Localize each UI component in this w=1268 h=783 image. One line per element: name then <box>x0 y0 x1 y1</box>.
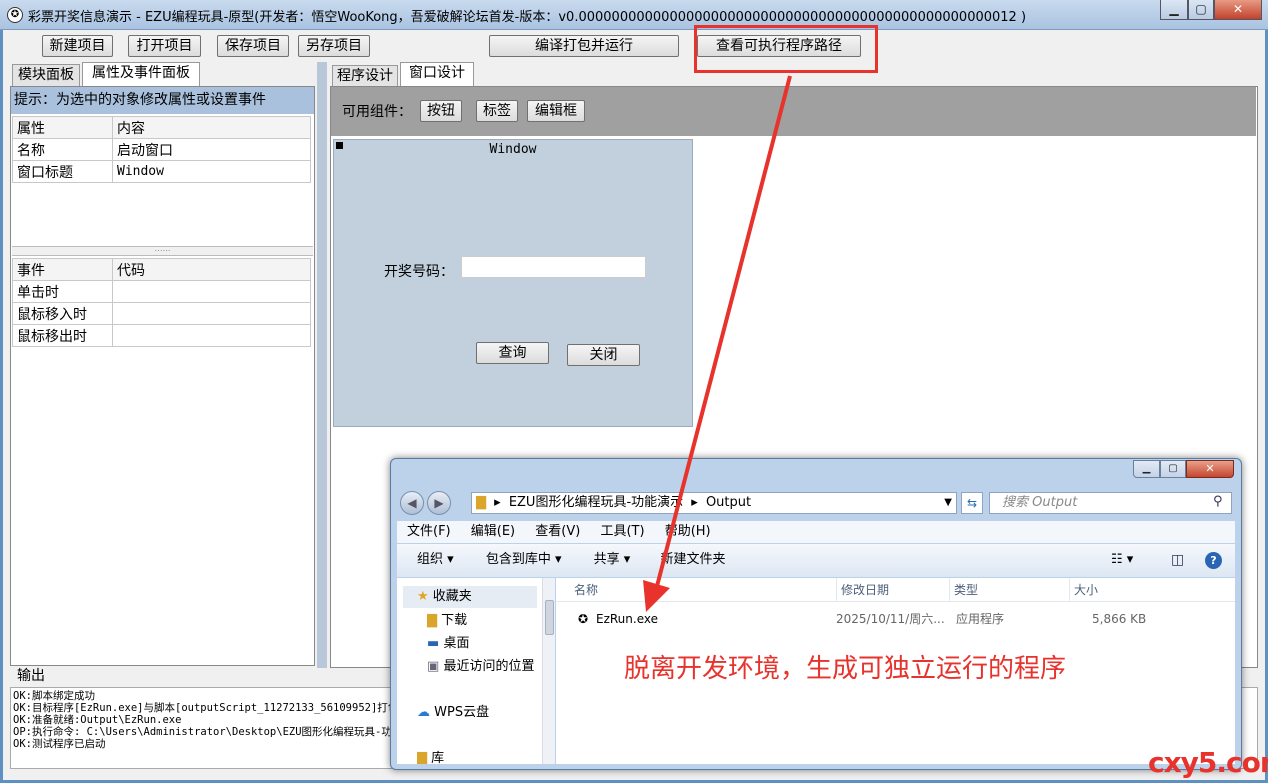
watermark: cxy5.com <box>1148 746 1268 779</box>
tab-window-design[interactable]: 窗口设计 <box>400 62 474 86</box>
tab-properties-events[interactable]: 属性及事件面板 <box>82 62 200 86</box>
annotation-arrow <box>643 75 792 612</box>
